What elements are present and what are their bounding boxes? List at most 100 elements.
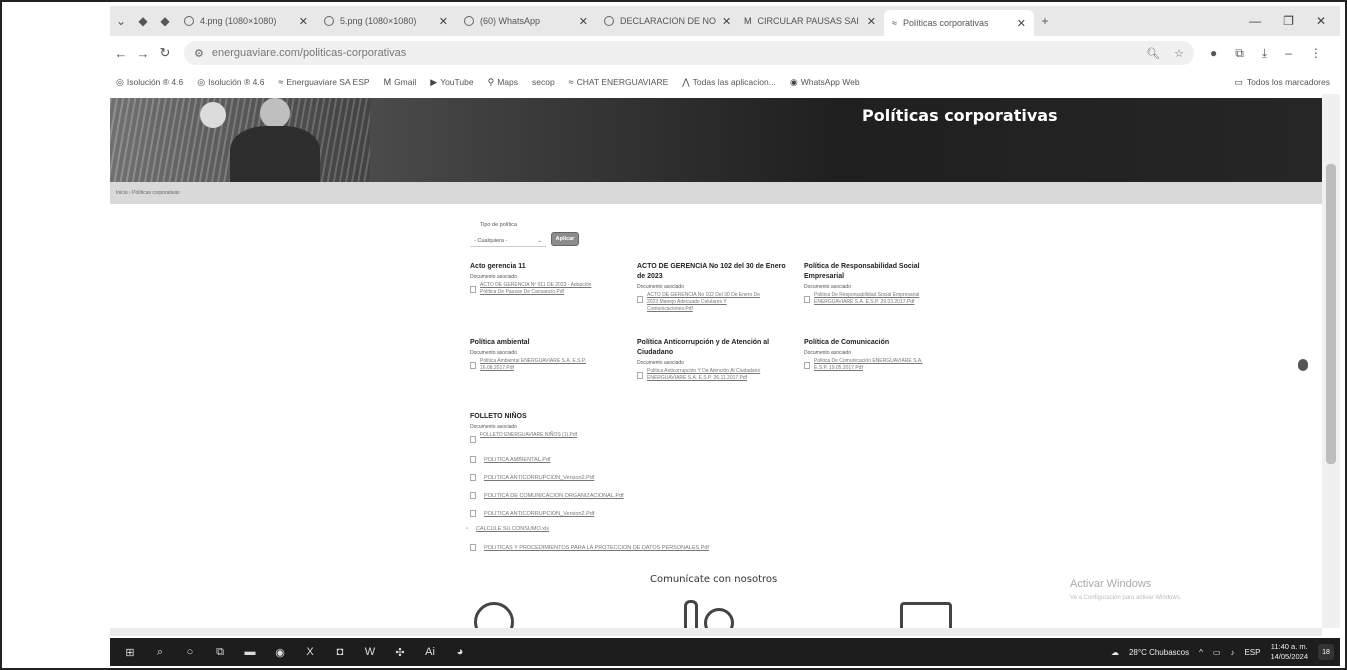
vertical-scrollbar[interactable] <box>1322 94 1340 628</box>
policy-doc-link[interactable]: Politica Anticorrupción Y De Atención Al… <box>647 368 767 382</box>
policy-doc-link[interactable]: Politica Ambiental ENERGUAVIARE S.A. E.S… <box>480 358 600 372</box>
file-link[interactable]: POLITICA ANTICORRUPCION_Version2.Pdf <box>470 510 594 517</box>
excel-icon[interactable]: X <box>300 642 320 662</box>
file-link-text[interactable]: POLITICA ANTICORRUPCION_Version2.Pdf <box>484 475 594 481</box>
menu-icon[interactable]: ⋮ <box>1310 46 1322 61</box>
bookmark-secop[interactable]: secop <box>532 77 555 87</box>
file-link-text[interactable]: CALCULE SU CONSUMO.xls <box>476 526 549 532</box>
all-bookmarks[interactable]: ▭ Todos los marcadores <box>1234 77 1340 88</box>
tab-search-icon[interactable]: ⌄ <box>110 10 132 32</box>
scroll-thumb[interactable] <box>1326 164 1336 464</box>
close-icon[interactable]: ✕ <box>1017 17 1026 30</box>
policy-doc-link[interactable]: ACTO DE GERENCIA No 102 Del 30 De Enero … <box>647 292 767 313</box>
url-input[interactable]: ⚙ energuaviare.com/politicas-corporativa… <box>184 41 1194 65</box>
outlook-icon[interactable]: ◘ <box>330 642 350 662</box>
cortana-icon[interactable]: ○ <box>180 642 200 662</box>
extension-icon[interactable]: ● <box>1210 46 1217 61</box>
policy-doc-link[interactable]: Politica De Comunicación ENERGUAVIARE S.… <box>814 358 934 372</box>
phone-icon[interactable] <box>684 600 698 628</box>
breadcrumb[interactable]: Inicio › Políticas corporativas <box>110 182 1322 204</box>
file-link[interactable]: POLITICAS Y PROCEDIMIENTOS PARA LA PROTE… <box>470 544 709 551</box>
policy-type-select[interactable]: - Cualquiera - ⌄ <box>470 235 546 247</box>
tab-group-icon-2[interactable]: ◆ <box>154 10 176 32</box>
maximize-icon[interactable]: ❐ <box>1283 14 1294 28</box>
zoom-icon[interactable]: 🔍︎ <box>1146 47 1160 60</box>
clock[interactable]: 11:40 a. m. 14/05/2024 <box>1270 642 1308 662</box>
select-value: - Cualquiera - <box>474 237 508 244</box>
close-icon[interactable]: ✕ <box>299 15 308 28</box>
minimize-icon[interactable]: — <box>1249 14 1261 28</box>
teams-icon[interactable]: ✣ <box>390 642 410 662</box>
tab-politicas[interactable]: ≈ Políticas corporativas ✕ <box>884 10 1034 36</box>
close-icon[interactable]: ✕ <box>439 15 448 28</box>
mail-icon[interactable] <box>704 608 734 628</box>
policy-doc-link[interactable]: FOLLETO ENERGUAVIARE NIÑOS (1).Pdf <box>480 432 600 439</box>
chrome-icon[interactable]: ◉ <box>270 642 290 662</box>
clock-time: 11:40 a. m. <box>1270 642 1308 651</box>
file-explorer-icon[interactable]: ▬ <box>240 642 260 662</box>
volume-icon[interactable]: ♪ <box>1230 648 1234 657</box>
bookmark-isolucion-1[interactable]: ◎ Isolución ® 4.6 <box>116 77 183 88</box>
bookmark-adobe[interactable]: ⋀ Todas las aplicacion... <box>682 77 776 88</box>
extensions-puzzle-icon[interactable]: ⧉ <box>1235 46 1244 61</box>
illustrator-icon[interactable]: Ai <box>420 642 440 662</box>
forward-icon[interactable]: → <box>132 46 154 61</box>
notification-center-icon[interactable]: 18 <box>1318 644 1334 660</box>
file-link[interactable]: POLITICA AMBIENTAL.Pdf <box>470 456 551 463</box>
word-icon[interactable]: W <box>360 642 380 662</box>
tab-declaracion[interactable]: DECLARACION DE NO ✕ <box>596 9 736 33</box>
reload-icon[interactable]: ↻ <box>154 45 176 61</box>
bookmark-energuaviare[interactable]: ≈ Energuaviare SA ESP <box>278 77 369 87</box>
network-icon[interactable]: ▭ <box>1213 648 1221 657</box>
tab-whatsapp[interactable]: (60) WhatsApp ✕ <box>456 9 596 33</box>
bookmark-chat[interactable]: ≈ CHAT ENERGUAVIARE <box>569 77 669 87</box>
bookmark-youtube[interactable]: ▶ YouTube <box>430 77 473 88</box>
policy-card: Política de Comunicación Documento asoci… <box>804 338 954 372</box>
bookmark-whatsapp[interactable]: ◉ WhatsApp Web <box>790 77 860 88</box>
tab-label: Políticas corporativas <box>902 18 989 28</box>
globe-icon <box>184 16 194 26</box>
close-icon[interactable]: ✕ <box>579 15 588 28</box>
close-window-icon[interactable]: ✕ <box>1316 14 1326 28</box>
tab-group-icon[interactable]: ◆ <box>132 10 154 32</box>
windows-start-icon[interactable]: ⊞ <box>120 642 140 662</box>
pdf-icon <box>637 296 643 303</box>
new-tab-button[interactable]: + <box>1034 10 1056 32</box>
app-icon[interactable]: ◕ <box>450 642 470 662</box>
tab-5png[interactable]: 5.png (1080×1080) ✕ <box>316 9 456 33</box>
profile-icon[interactable]: – <box>1285 46 1292 61</box>
star-icon[interactable]: ☆ <box>1174 47 1184 60</box>
close-icon[interactable]: ✕ <box>722 15 731 28</box>
language-indicator[interactable]: ESP <box>1244 648 1260 657</box>
file-link[interactable]: POLITICA DE COMUNICACION ORGANIZACIONAL.… <box>470 492 624 499</box>
search-icon[interactable]: ⌕ <box>150 642 170 662</box>
task-view-icon[interactable]: ⧉ <box>210 642 230 662</box>
site-info-icon[interactable]: ⚙ <box>194 47 204 60</box>
policy-doc-link[interactable]: ACTO DE GERENCIA Nº 011 DE 2023 - Adopci… <box>480 282 600 296</box>
accessibility-widget-icon[interactable] <box>1298 359 1308 371</box>
bookmark-gmail[interactable]: M Gmail <box>384 77 417 87</box>
weather-icon[interactable]: ☁ <box>1111 648 1119 657</box>
apply-button[interactable]: Aplicar <box>551 232 579 246</box>
download-icon[interactable]: ⤓ <box>1262 46 1267 61</box>
horizontal-scrollbar[interactable] <box>110 628 1322 636</box>
location-icon[interactable] <box>474 602 514 628</box>
file-link[interactable]: ▫ CALCULE SU CONSUMO.xls <box>466 526 549 532</box>
policy-doc-link[interactable]: Politica De Responsabilidad Social Empre… <box>814 292 934 306</box>
chevron-up-icon[interactable]: ^ <box>1199 648 1203 657</box>
bookmark-isolucion-2[interactable]: ◎ Isolución ® 4.6 <box>197 77 264 88</box>
file-link-text[interactable]: POLITICA AMBIENTAL.Pdf <box>484 457 551 463</box>
file-link-text[interactable]: POLITICAS Y PROCEDIMIENTOS PARA LA PROTE… <box>484 545 709 551</box>
tab-circular[interactable]: M CIRCULAR PAUSAS SAI ✕ <box>736 9 884 33</box>
tab-4png[interactable]: 4.png (1080×1080) ✕ <box>176 9 316 33</box>
weather-text[interactable]: 28°C Chubascos <box>1129 648 1189 657</box>
file-link[interactable]: POLITICA ANTICORRUPCION_Version2.Pdf <box>470 474 594 481</box>
bookmark-maps[interactable]: ⚲ Maps <box>488 77 518 88</box>
close-icon[interactable]: ✕ <box>867 15 876 28</box>
document-icon[interactable] <box>900 602 952 628</box>
tab-label: (60) WhatsApp <box>480 16 541 26</box>
file-link-text[interactable]: POLITICA ANTICORRUPCION_Version2.Pdf <box>484 511 594 517</box>
file-link-text[interactable]: POLITICA DE COMUNICACION ORGANIZACIONAL.… <box>484 493 624 499</box>
back-icon[interactable]: ← <box>110 46 132 61</box>
policy-doc-label: Documento asociado <box>637 284 684 290</box>
